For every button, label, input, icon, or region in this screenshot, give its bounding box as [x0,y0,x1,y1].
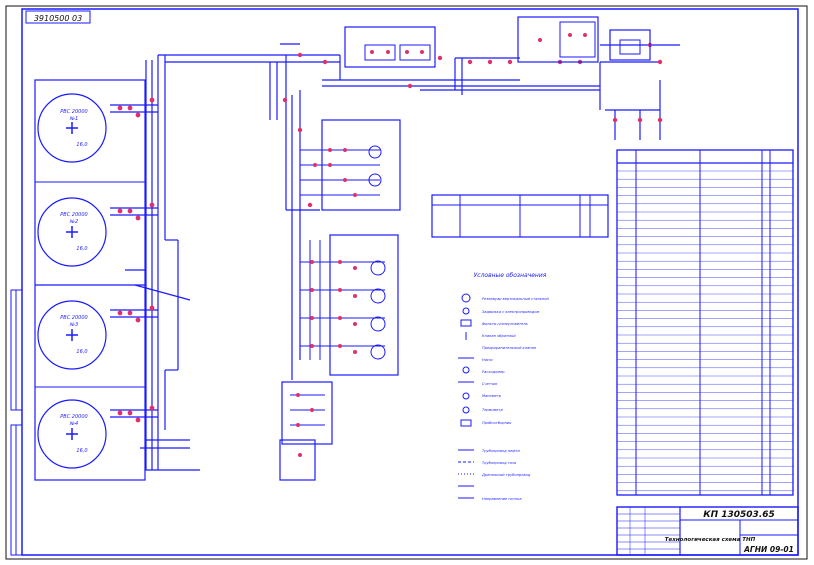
sheet-outer-frame [5,5,808,560]
lower-meter-block [279,381,333,481]
legend-title: Условные обозначения [474,272,547,279]
tank-block: РВС 20000 №1 16,0 РВС 20000 №2 16,0 РВС … [34,79,146,481]
legend-item: Резервуар вертикальный стальной [482,297,549,301]
sheet-inner-frame [21,8,799,556]
meter-block [517,16,651,63]
code-stamp: 3910500 03 [25,10,91,24]
tank-4-level: 16,0 [76,448,87,454]
legend-item: Задвижка с электроприводом [482,310,540,314]
tank-4-label: РВС 20000 [60,414,87,420]
legend-item: Дренажный трубопровод [481,473,531,477]
tank-1-level: 16,0 [76,142,87,148]
tank-2-num: №2 [69,219,78,225]
top-pipelines [158,43,680,380]
main-collectors [110,55,200,471]
specification-table [616,149,794,496]
tank-1-label: РВС 20000 [60,109,87,115]
legend-item: Предохранительный клапан [482,346,537,350]
tank-3-label: РВС 20000 [60,315,87,321]
legend-item: Счетчик [482,382,498,386]
tank-3-num: №3 [69,322,78,328]
legend-item: Термометр [482,408,504,412]
tank-2-label: РВС 20000 [60,212,87,218]
filter-block [344,26,436,68]
sheet-code: АГНИ 09-01 [743,545,794,554]
tank-2-level: 16,0 [76,246,87,252]
pump-station-upper [300,119,401,211]
technological-scheme-drawing: 3910500 03 РВС 20000 №1 16,0 РВС 20000 №… [5,5,808,560]
tank-3-level: 16,0 [76,349,87,355]
tank-1-num: №1 [69,116,78,122]
legend-item: Направление потока [482,497,522,501]
legend-item: Трубопровод нефти [482,449,521,453]
tank-valves [117,97,155,423]
small-table [431,194,609,238]
code-stamp-text: 3910500 03 [34,14,82,23]
tank-4-num: №4 [69,421,78,427]
legend-item: Манометр [482,394,502,398]
legend-item: Пробоотборник [482,421,512,425]
title-code: КП 130503.65 [703,510,775,520]
title-block: КП 130503.65 Технологическая схема ТНП А… [616,506,799,556]
legend-item: Расходомер [482,370,505,374]
legend-item: Трубопровод газа [482,461,516,465]
pump-station-main [300,234,399,376]
legend: Условные обозначения Резервуар вертикаль… [458,272,549,501]
title-name: Технологическая схема ТНП [665,537,756,543]
legend-item: Клапан обратный [482,334,516,338]
legend-item: Насос [482,358,493,362]
legend-item: Фильтр-грязеуловитель [482,322,528,326]
